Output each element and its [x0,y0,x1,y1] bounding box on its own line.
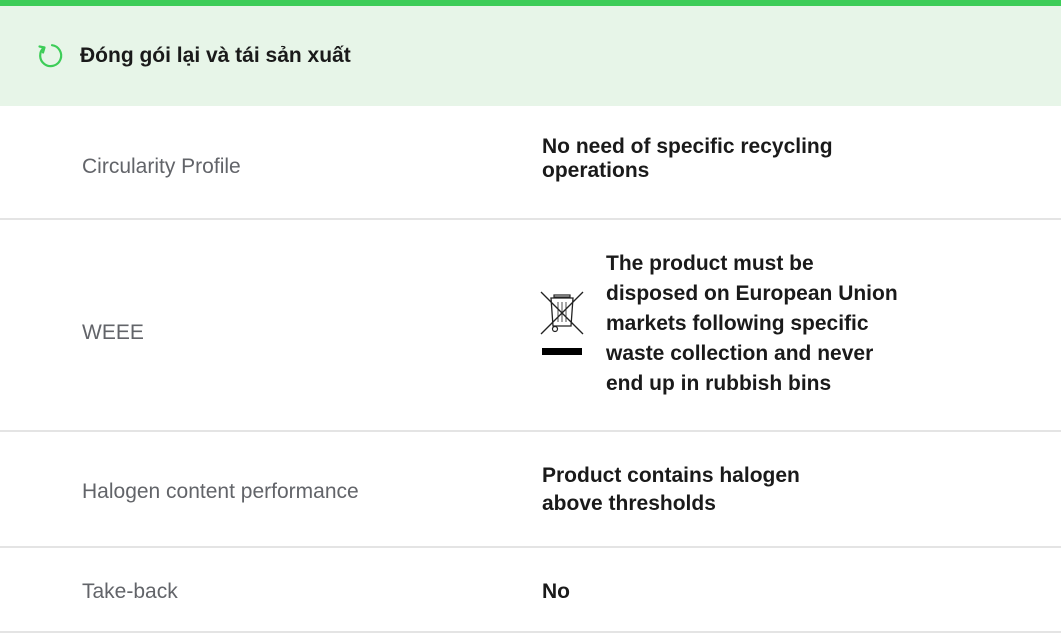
section-title: Đóng gói lại và tái sản xuất [80,44,351,67]
product-sustainability-panel: Đóng gói lại và tái sản xuất Circularity… [0,0,1061,633]
row-value: No [542,580,570,603]
row-label: WEEE [82,321,144,344]
section-header[interactable]: Đóng gói lại và tái sản xuất [0,6,1061,106]
row-label: Circularity Profile [82,155,241,178]
table-row-halogen-content: Halogen content performance Product cont… [0,432,1061,548]
row-label: Take-back [82,580,178,603]
row-value: The product must be disposed on European… [606,252,898,395]
table-row-circularity-profile: Circularity Profile No need of specific … [0,106,1061,220]
table-row-weee: WEEE The product must be disposed on Eur… [0,220,1061,432]
row-value: Product contains halogen above threshold… [542,464,800,515]
refresh-cycle-icon [38,44,63,68]
table-row-take-back: Take-back No [0,548,1061,633]
crossed-out-wheelie-bin-icon [540,291,584,355]
row-value: No need of specific recycling operations [542,135,833,182]
row-label: Halogen content performance [82,480,359,503]
